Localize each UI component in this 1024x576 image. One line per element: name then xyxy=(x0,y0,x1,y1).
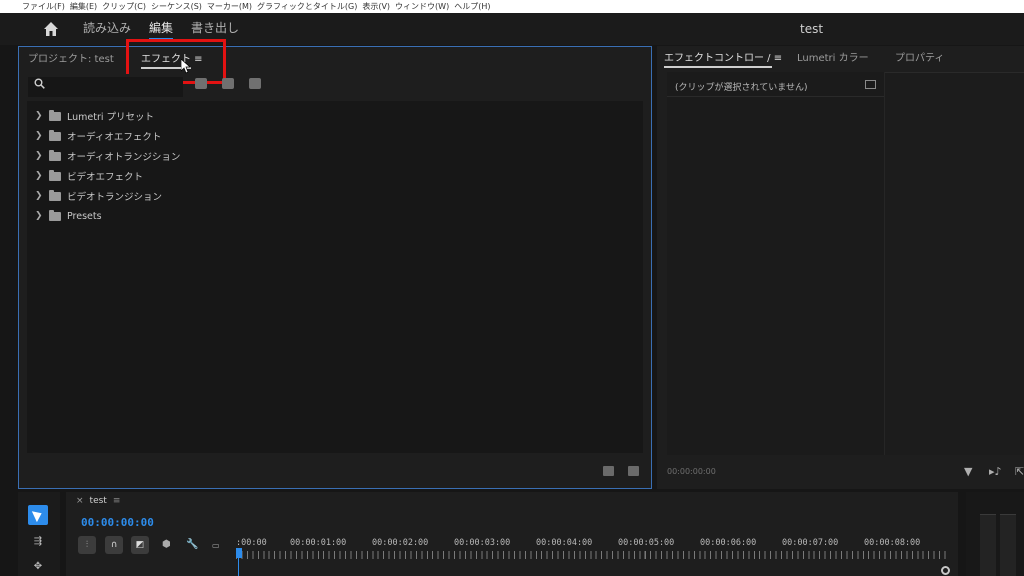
folder-icon xyxy=(49,129,61,141)
new-bin-icon[interactable] xyxy=(603,466,614,476)
effect-controls-timeline xyxy=(885,72,1024,455)
tab-lumetri-color[interactable]: Lumetri カラー xyxy=(797,49,869,64)
effects-tree: ❯ Lumetri プリセット ❯ オーディオエフェクト ❯ オーディオトランジ… xyxy=(27,101,643,453)
ruler-label: 00:00:02:00 xyxy=(372,538,429,548)
menu-help[interactable]: ヘルプ(H) xyxy=(454,1,495,12)
chevron-right-icon[interactable]: ❯ xyxy=(35,211,45,221)
close-icon[interactable]: × xyxy=(76,496,84,506)
tree-item-audio-effects[interactable]: ❯ オーディオエフェクト xyxy=(27,126,643,146)
folder-icon xyxy=(49,149,61,161)
nest-toggle-icon[interactable]: ⫶ xyxy=(78,536,96,554)
chevron-right-icon[interactable]: ❯ xyxy=(35,191,45,201)
ruler-label: :00:00 xyxy=(236,538,267,548)
zoom-scroll-handle[interactable] xyxy=(941,566,950,575)
play-audio-icon[interactable]: ▸♪ xyxy=(989,465,1002,478)
preset-folder-icon xyxy=(49,109,61,121)
chevron-right-icon[interactable]: ❯ xyxy=(35,151,45,161)
folder-icon xyxy=(49,189,61,201)
chevron-right-icon[interactable]: ❯ xyxy=(35,131,45,141)
tree-item-lumetri-presets[interactable]: ❯ Lumetri プリセット xyxy=(27,106,643,126)
effects-panel: プロジェクト: test エフェクト ≡ ❯ Lumetri プリセット ❯ オ… xyxy=(18,39,652,489)
sequence-name: test xyxy=(89,496,107,506)
audio-meter xyxy=(966,492,1024,576)
linked-selection-icon[interactable]: ◩ xyxy=(131,536,149,554)
chevron-right-icon[interactable]: ❯ xyxy=(35,171,45,181)
menu-graphics[interactable]: グラフィックとタイトル(G) xyxy=(257,1,362,12)
no-clip-message: (クリップが選択されていません) xyxy=(675,83,808,93)
project-title: test xyxy=(800,22,824,36)
filter-icon[interactable]: ▼ xyxy=(964,465,972,478)
trash-icon[interactable] xyxy=(628,466,639,476)
meter-channel-right xyxy=(1000,514,1016,576)
preset-folder-icon xyxy=(49,209,61,221)
add-marker-icon[interactable]: ⬢ xyxy=(162,539,171,550)
32bit-effects-icon[interactable] xyxy=(222,78,234,89)
effect-controls-panel: エフェクトコントロー / ≡ Lumetri カラー プロパティ (クリップが選… xyxy=(657,46,1024,489)
home-icon[interactable] xyxy=(41,19,61,39)
tab-effect-controls[interactable]: エフェクトコントロー / ≡ xyxy=(664,49,782,68)
sequence-tab[interactable]: × test ≡ xyxy=(76,496,120,506)
wrench-icon[interactable]: 🔧 xyxy=(186,539,198,550)
tree-item-video-transitions[interactable]: ❯ ビデオトランジション xyxy=(27,186,643,206)
tab-edit[interactable]: 編集 xyxy=(149,19,174,40)
ruler-label: 00:00:07:00 xyxy=(782,538,839,548)
chevron-right-icon[interactable]: ❯ xyxy=(35,111,45,121)
accelerated-effects-icon[interactable] xyxy=(195,78,207,89)
search-input[interactable] xyxy=(28,76,183,97)
ripple-edit-tool-icon[interactable]: ✥ xyxy=(30,562,46,572)
timeline-panel: × test ≡ 00:00:00:00 ⫶ ∩ ◩ ⬢ 🔧 ▭ :00:00 00… xyxy=(66,492,958,576)
ruler-label: 00:00:05:00 xyxy=(618,538,675,548)
divider xyxy=(667,96,884,97)
yuv-effects-icon[interactable] xyxy=(249,78,261,89)
snap-icon[interactable]: ∩ xyxy=(105,536,123,554)
tab-import[interactable]: 読み込み xyxy=(83,19,131,40)
menu-marker[interactable]: マーカー(M) xyxy=(207,1,257,12)
menu-view[interactable]: 表示(V) xyxy=(362,1,395,12)
menu-icon[interactable]: ≡ xyxy=(113,496,121,506)
effects-search xyxy=(28,74,183,97)
tree-item-audio-transitions[interactable]: ❯ オーディオトランジション xyxy=(27,146,643,166)
selection-tool-icon[interactable] xyxy=(28,505,48,525)
menu-file[interactable]: ファイル(F) xyxy=(22,1,70,12)
ruler-ticks xyxy=(236,551,948,559)
search-icon xyxy=(34,78,45,89)
ruler-label: 00:00:08:00 xyxy=(864,538,921,548)
effect-controls-timecode: 00:00:00:00 xyxy=(667,467,716,476)
menu-window[interactable]: ウィンドウ(W) xyxy=(395,1,454,12)
menu-edit[interactable]: 編集(E) xyxy=(70,1,102,12)
tab-project[interactable]: プロジェクト: test xyxy=(28,50,114,65)
playhead-line xyxy=(238,558,239,576)
panel-footer xyxy=(603,466,639,476)
ruler-label: 00:00:01:00 xyxy=(290,538,347,548)
ruler-label: 00:00:04:00 xyxy=(536,538,593,548)
ruler-label: 00:00:03:00 xyxy=(454,538,511,548)
tree-item-presets[interactable]: ❯ Presets xyxy=(27,206,643,226)
ruler-label: 00:00:06:00 xyxy=(700,538,757,548)
menu-clip[interactable]: クリップ(C) xyxy=(102,1,151,12)
time-ruler[interactable]: :00:00 00:00:01:00 00:00:02:00 00:00:03:… xyxy=(236,538,948,562)
effect-controls-list: (クリップが選択されていません) xyxy=(667,72,885,455)
tools-panel: ⇶ ✥ xyxy=(18,492,60,576)
meter-channel-left xyxy=(980,514,996,576)
tab-export[interactable]: 書き出し xyxy=(191,19,239,40)
menu-bar: ファイル(F) 編集(E) クリップ(C) シーケンス(S) マーカー(M) グ… xyxy=(0,0,1024,13)
mouse-cursor-icon xyxy=(181,59,191,74)
panel-tabs: プロジェクト: test エフェクト ≡ xyxy=(19,47,651,69)
menu-sequence[interactable]: シーケンス(S) xyxy=(151,1,207,12)
export-icon[interactable]: ⇱ xyxy=(1015,465,1024,478)
folder-icon xyxy=(49,169,61,181)
premiere-window: ファイル(F) 編集(E) クリップ(C) シーケンス(S) マーカー(M) グ… xyxy=(0,0,1024,576)
track-select-tool-icon[interactable]: ⇶ xyxy=(30,537,46,547)
playhead-handle[interactable] xyxy=(236,548,242,558)
tree-item-video-effects[interactable]: ❯ ビデオエフェクト xyxy=(27,166,643,186)
workspace-tabs: 読み込み 編集 書き出し xyxy=(83,19,239,40)
tab-properties[interactable]: プロパティ xyxy=(895,49,944,64)
captions-icon[interactable]: ▭ xyxy=(212,541,220,550)
timeline-timecode[interactable]: 00:00:00:00 xyxy=(81,516,154,529)
panel-toggle-icon[interactable] xyxy=(865,80,876,89)
